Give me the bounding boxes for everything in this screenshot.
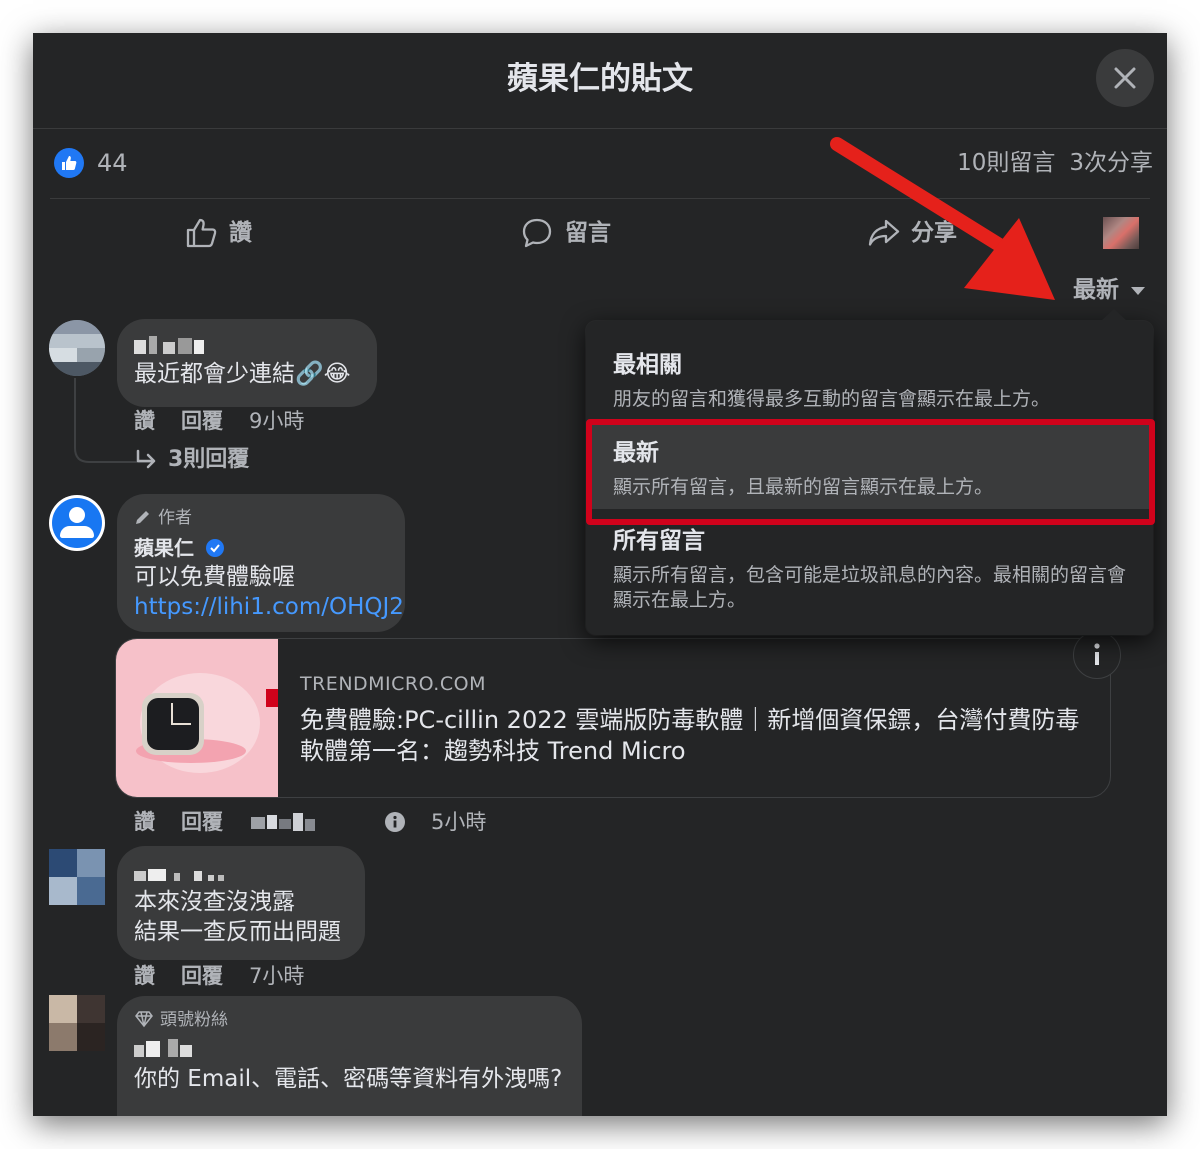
post-dialog: 蘋果仁的貼文 44 10則留言 3次分享 讚 留言 分享 最新 最近都會少連結🔗… — [33, 33, 1167, 1116]
blurred-commenter-name[interactable] — [134, 335, 204, 359]
verified-badge-icon — [205, 539, 224, 557]
comment-like-button[interactable]: 讚 — [134, 810, 155, 834]
author-tag: 作者 — [134, 507, 192, 529]
comment-text: 最近都會少連結🔗😂 — [134, 361, 351, 387]
thumbs-up-icon — [186, 218, 217, 248]
view-replies-button[interactable]: 3則回覆 — [134, 446, 275, 474]
sort-option-most-relevant[interactable]: 最相關 朋友的留言和獲得最多互動的留言會顯示在最上方。 — [586, 335, 1153, 419]
sort-option-all-comments[interactable]: 所有留言 顯示所有留言，包含可能是垃圾訊息的內容。最相關的留言會顯示在最上方。 — [586, 511, 1153, 621]
top-fan-label: 頭號粉絲 — [160, 1010, 228, 1030]
link-domain: TRENDMICRO.COM — [300, 673, 486, 695]
comment-bubble: 作者 蘋果仁 可以免費體驗喔 https://lihi1.com/OHQJ2 — [117, 494, 405, 632]
comment-bubble: 最近都會少連結🔗😂 — [117, 319, 377, 407]
comment-bubble: 頭號粉絲 你的 Email、電話、密碼等資料有外洩嗎? — [117, 996, 582, 1116]
comment-link[interactable]: https://lihi1.com/OHQJ2 — [134, 592, 404, 622]
close-button[interactable] — [1096, 49, 1154, 107]
avatar[interactable] — [49, 995, 105, 1051]
comment-time[interactable]: 5小時 — [431, 808, 486, 836]
comment-reply-button[interactable]: 回覆 — [181, 964, 223, 988]
comment-meta: 讚 回覆 9小時 — [134, 407, 330, 435]
like-label: 讚 — [229, 220, 252, 246]
blurred-commenter-name[interactable] — [134, 862, 224, 886]
pencil-icon — [136, 511, 149, 524]
dialog-header: 蘋果仁的貼文 — [33, 33, 1167, 129]
comment-text: 你的 Email、電話、密碼等資料有外洩嗎? — [134, 1066, 563, 1092]
avatar[interactable] — [49, 849, 105, 905]
comment-text: 可以免費體驗喔 — [134, 564, 295, 590]
comment-text: 結果一查反而出問題 — [134, 919, 341, 945]
comment-meta: 讚 回覆 7小時 — [134, 962, 330, 990]
comment-like-button[interactable]: 讚 — [134, 409, 155, 433]
dialog-title: 蘋果仁的貼文 — [507, 61, 693, 97]
blurred-reply-info — [251, 811, 315, 833]
link-title: 免費體驗:PC-cillin 2022 雲端版防毒軟體｜新增個資保鏢，台灣付費防… — [300, 706, 1080, 765]
option-description: 顯示所有留言，包含可能是垃圾訊息的內容。最相關的留言會顯示在最上方。 — [613, 564, 1127, 611]
option-title: 所有留言 — [613, 528, 705, 554]
reply-arrow-icon — [136, 449, 156, 469]
sort-dropdown-button[interactable]: 最新 — [1073, 273, 1145, 307]
option-description: 朋友的留言和獲得最多互動的留言會顯示在最上方。 — [613, 388, 1051, 410]
like-button[interactable]: 讚 — [185, 213, 265, 253]
info-icon — [1094, 643, 1100, 665]
annotation-arrow — [830, 137, 1055, 300]
share-count[interactable]: 3次分享 — [1069, 150, 1153, 176]
blurred-commenter-name[interactable] — [134, 1038, 192, 1062]
info-circle-icon[interactable] — [384, 811, 406, 833]
diamond-icon — [135, 1011, 153, 1028]
comment-button[interactable]: 留言 — [521, 213, 621, 253]
comment-label: 留言 — [565, 220, 611, 246]
speech-bubble-icon — [522, 218, 552, 248]
commenter-name[interactable]: 蘋果仁 — [134, 536, 225, 560]
comment-reply-button[interactable]: 回覆 — [181, 810, 223, 834]
comment-bubble: 本來沒查沒洩露 結果一查反而出問題 — [117, 846, 365, 960]
comment-reply-button[interactable]: 回覆 — [181, 409, 223, 433]
close-icon — [1114, 67, 1136, 89]
replies-count: 3則回覆 — [168, 447, 250, 472]
sort-current-label: 最新 — [1073, 277, 1119, 303]
avatar[interactable] — [49, 495, 105, 551]
caret-down-icon — [1131, 286, 1145, 295]
comment-like-button[interactable]: 讚 — [134, 964, 155, 988]
thumbs-up-icon — [54, 148, 84, 178]
option-title: 最相關 — [613, 352, 682, 378]
commenter-name-label: 蘋果仁 — [134, 536, 194, 560]
comment-meta: 讚 回覆 — [134, 808, 249, 836]
comment-time[interactable]: 9小時 — [249, 409, 304, 433]
reaction-count[interactable]: 44 — [97, 148, 128, 178]
info-button[interactable] — [1073, 631, 1121, 679]
annotation-highlight-box — [586, 419, 1155, 525]
comment-time[interactable]: 7小時 — [249, 964, 304, 988]
comment-text: 本來沒查沒洩露 — [134, 889, 295, 915]
avatar[interactable] — [49, 320, 105, 376]
top-fan-tag: 頭號粉絲 — [134, 1009, 228, 1031]
author-tag-label: 作者 — [158, 508, 192, 528]
link-preview-image — [116, 639, 278, 797]
viewer-avatar[interactable] — [1103, 217, 1139, 249]
link-preview-card[interactable]: TRENDMICRO.COM 免費體驗:PC-cillin 2022 雲端版防毒… — [115, 638, 1111, 798]
